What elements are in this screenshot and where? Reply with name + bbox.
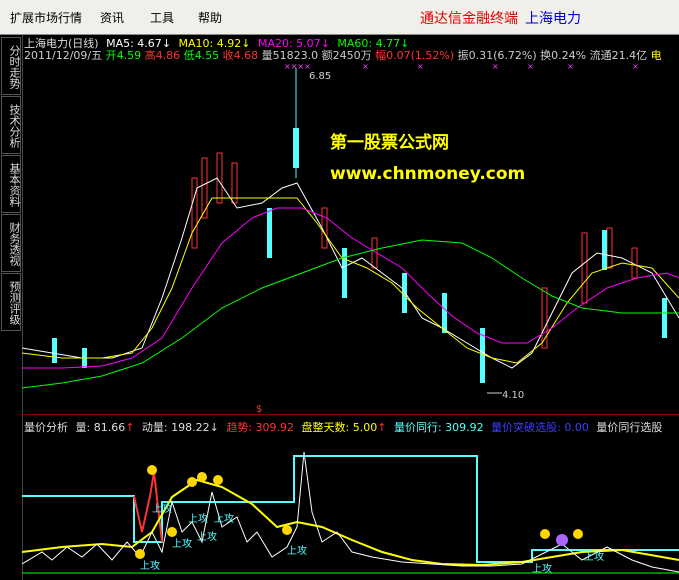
menu-item-help[interactable]: 帮助 bbox=[198, 9, 222, 26]
brand-label: 通达信金融终端 bbox=[420, 11, 518, 27]
attack-label: 上攻 bbox=[188, 512, 208, 525]
attack-label: 上攻 bbox=[152, 502, 172, 515]
attack-label: 上攻 bbox=[197, 530, 217, 543]
tab-forecast-rating[interactable]: 预测评级 bbox=[1, 273, 21, 331]
watermark-site-name: 第一股票公式网 bbox=[330, 133, 449, 153]
svg-text:×: × bbox=[492, 62, 499, 71]
attack-label: 上攻 bbox=[214, 512, 234, 525]
svg-text:×: × bbox=[632, 62, 639, 71]
panel-divider bbox=[22, 414, 679, 415]
high-price-label: 6.85 bbox=[309, 71, 331, 82]
attack-label: 上攻 bbox=[287, 544, 307, 557]
attack-label: 上攻 bbox=[140, 559, 160, 572]
watermark-site-url: www.chnmoney.com bbox=[330, 164, 526, 184]
sidebar: 分时走势 技术分析 基本资料 财务透视 预测评级 bbox=[0, 35, 23, 580]
attack-label: 上攻 bbox=[172, 537, 192, 550]
svg-text:×: × bbox=[417, 62, 424, 71]
menu-bar: 扩展市场行情 资讯 工具 帮助 通达信金融终端 上海电力 bbox=[0, 0, 679, 35]
tab-technical-analysis[interactable]: 技术分析 bbox=[1, 96, 21, 154]
tab-intraday[interactable]: 分时走势 bbox=[1, 37, 21, 95]
moving-average-lines bbox=[22, 177, 679, 389]
menu-item-news[interactable]: 资讯 bbox=[100, 9, 124, 26]
svg-text:×: × bbox=[527, 62, 534, 71]
tab-fundamentals[interactable]: 基本资料 bbox=[1, 155, 21, 213]
menu-item-tools[interactable]: 工具 bbox=[150, 9, 174, 26]
stock-name-label: 上海电力 bbox=[525, 11, 581, 27]
tab-financials[interactable]: 财务透视 bbox=[1, 214, 21, 272]
svg-text:×: × bbox=[362, 62, 369, 71]
xdr-markers: ×××× × × × × × × bbox=[284, 62, 639, 71]
signal-markers bbox=[135, 465, 583, 559]
attack-label: 上攻 bbox=[584, 550, 604, 563]
menu-item-extended-market[interactable]: 扩展市场行情 bbox=[10, 9, 82, 26]
svg-text:×: × bbox=[567, 62, 574, 71]
main-chart-dollar-marker: $ bbox=[256, 404, 262, 414]
volume-price-indicator-chart[interactable]: 上攻 上攻 上攻 上攻 上攻 上攻 上攻 上攻 上攻 bbox=[22, 432, 679, 580]
candlesticks bbox=[52, 68, 667, 383]
indicator-lines bbox=[22, 451, 679, 574]
kline-chart[interactable]: ×××× × × × × × × 6.85 4.10 $ bbox=[22, 58, 679, 414]
attack-label: 上攻 bbox=[532, 562, 552, 575]
svg-text:××××: ×××× bbox=[284, 62, 311, 71]
low-price-label: 4.10 bbox=[502, 390, 524, 401]
attack-labels: 上攻 上攻 上攻 上攻 上攻 上攻 上攻 上攻 上攻 bbox=[140, 502, 604, 575]
